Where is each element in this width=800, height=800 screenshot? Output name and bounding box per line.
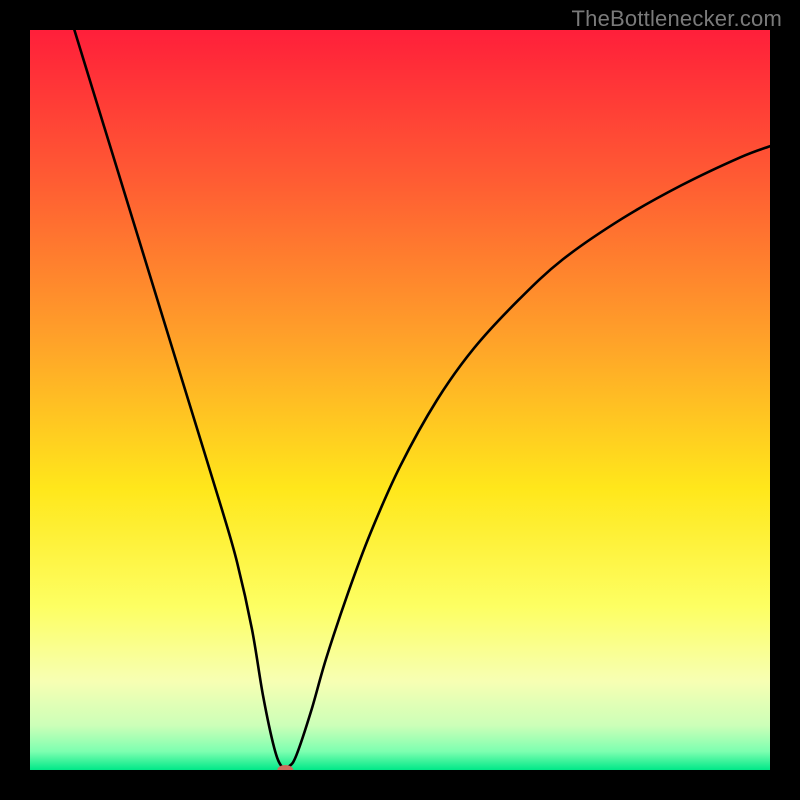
gradient-background	[30, 30, 770, 770]
bottleneck-chart	[30, 30, 770, 770]
attribution-text: TheBottlenecker.com	[572, 6, 782, 32]
plot-area	[30, 30, 770, 770]
chart-frame: TheBottlenecker.com	[0, 0, 800, 800]
